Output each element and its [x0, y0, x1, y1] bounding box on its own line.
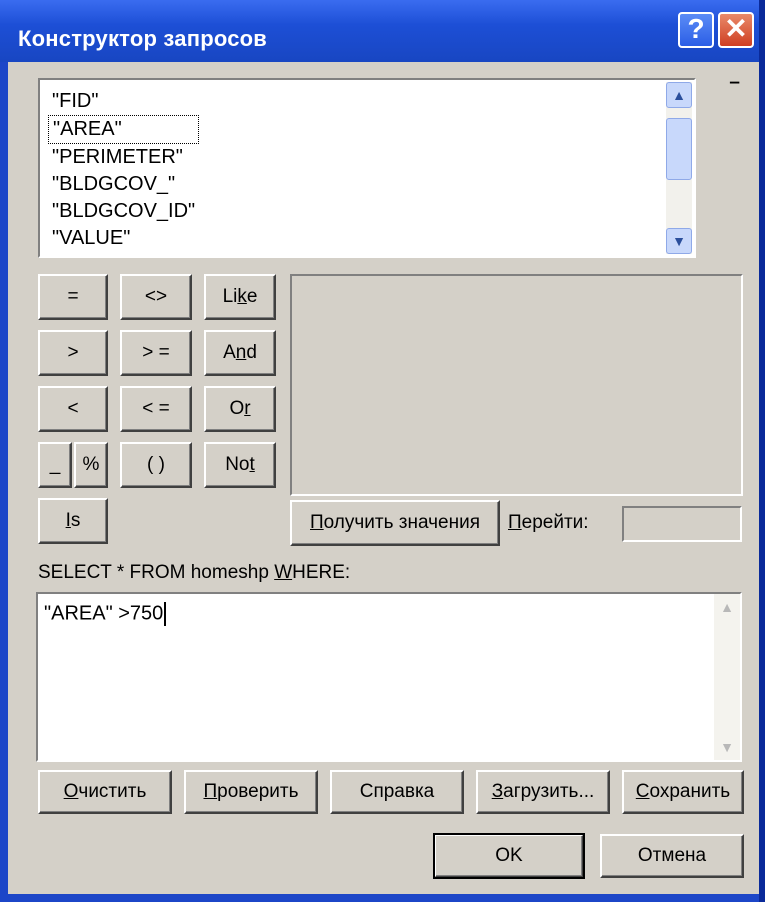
save-label-a: С — [635, 781, 650, 802]
like-button[interactable]: Li k e — [204, 274, 276, 320]
help-button[interactable]: ? — [678, 12, 714, 48]
is-button[interactable]: Is — [38, 498, 108, 544]
close-button[interactable]: ✕ — [718, 12, 754, 48]
list-resize-icon[interactable]: ▔ — [730, 82, 739, 96]
or-button[interactable]: Or — [204, 386, 276, 432]
less-button[interactable]: < — [38, 386, 108, 432]
percent-button[interactable]: % — [74, 442, 108, 488]
sql-expression: "AREA" >750 — [44, 602, 164, 625]
text-caret — [164, 602, 167, 626]
save-label-b: охранить — [649, 781, 731, 802]
verify-label-a: П — [203, 781, 218, 802]
sql-prefix-c: HERE: — [292, 562, 351, 583]
greater-button[interactable]: > — [38, 330, 108, 376]
goto-label-b: ерейти: — [521, 512, 589, 533]
and-label-c: d — [246, 342, 257, 363]
clear-label-a: О — [63, 781, 79, 802]
load-button[interactable]: Загрузить... — [476, 770, 610, 814]
sql-prefix-label: SELECT * FROM homeshp WHERE: — [38, 562, 350, 584]
not-equals-button[interactable]: <> — [120, 274, 192, 320]
clear-button[interactable]: Очистить — [38, 770, 172, 814]
like-label-a: Li — [222, 286, 238, 307]
goto-input[interactable] — [622, 506, 742, 542]
sql-prefix-b: W — [274, 562, 293, 583]
sql-scrollbar[interactable]: ▲ ▼ — [714, 594, 740, 760]
not-label-a: No — [225, 454, 250, 475]
field-list[interactable]: "FID" "AREA" "PERIMETER" "BLDGCOV_" "BLD… — [38, 78, 696, 258]
field-list-scrollbar[interactable]: ▲ ▼ — [666, 82, 692, 254]
sql-where-textarea[interactable]: "AREA" >750 ▲ ▼ — [36, 592, 742, 762]
and-button[interactable]: And — [204, 330, 276, 376]
load-label-a: З — [491, 781, 504, 802]
verify-button[interactable]: Проверить — [184, 770, 318, 814]
get-values-label-b: олучить значения — [323, 512, 480, 533]
field-item-bldgcov[interactable]: "BLDGCOV_" — [48, 171, 199, 198]
not-button[interactable]: No t — [204, 442, 276, 488]
or-label-a: O — [229, 398, 245, 419]
window-title: Конструктор запросов — [18, 26, 267, 51]
field-item-fid[interactable]: "FID" — [48, 88, 199, 115]
field-item-perimeter[interactable]: "PERIMETER" — [48, 144, 199, 171]
field-item-value[interactable]: "VALUE" — [48, 225, 199, 252]
sql-text: "AREA" >750 — [44, 602, 167, 626]
clear-label-b: чистить — [78, 781, 147, 802]
help-text-button[interactable]: Справка — [330, 770, 464, 814]
sql-scroll-up-icon[interactable]: ▲ — [714, 594, 740, 620]
verify-label-b: роверить — [217, 781, 299, 802]
scroll-up-icon[interactable]: ▲ — [666, 82, 692, 108]
goto-label-a: П — [508, 512, 522, 533]
less-equal-button[interactable]: < = — [120, 386, 192, 432]
and-label-a: A — [223, 342, 236, 363]
not-label-b: t — [249, 454, 255, 475]
query-builder-window: Конструктор запросов ? ✕ "FID" "AREA" "P… — [0, 0, 765, 902]
scroll-down-icon[interactable]: ▼ — [666, 228, 692, 254]
title-bar[interactable]: Конструктор запросов ? ✕ — [0, 0, 759, 62]
is-label-b: s — [70, 510, 81, 531]
get-values-label-a: П — [310, 512, 324, 533]
parens-button[interactable]: ( ) — [120, 442, 192, 488]
unique-values-list[interactable] — [290, 274, 743, 496]
field-item-bldgcov-id[interactable]: "BLDGCOV_ID" — [48, 198, 199, 225]
load-label-b: агрузить... — [503, 781, 595, 802]
cancel-button[interactable]: Отмена — [600, 834, 744, 878]
greater-equal-button[interactable]: > = — [120, 330, 192, 376]
like-label-c: e — [246, 286, 258, 307]
dialog-client: "FID" "AREA" "PERIMETER" "BLDGCOV_" "BLD… — [8, 62, 759, 894]
underscore-button[interactable]: _ — [38, 442, 72, 488]
ok-button[interactable]: OK — [433, 833, 585, 879]
sql-prefix-a: SELECT * FROM homeshp — [38, 562, 275, 583]
save-button[interactable]: Сохранить — [622, 770, 744, 814]
and-label-b: n — [235, 342, 247, 363]
like-label-b: k — [237, 286, 247, 307]
field-items: "FID" "AREA" "PERIMETER" "BLDGCOV_" "BLD… — [48, 88, 200, 252]
scroll-thumb[interactable] — [666, 118, 692, 180]
sql-scroll-down-icon[interactable]: ▼ — [714, 734, 740, 760]
get-values-button[interactable]: Получить значения — [290, 500, 500, 546]
equals-button[interactable]: = — [38, 274, 108, 320]
or-label-b: r — [244, 398, 251, 419]
goto-label: Перейти: — [508, 512, 589, 534]
field-item-area[interactable]: "AREA" — [48, 115, 200, 144]
